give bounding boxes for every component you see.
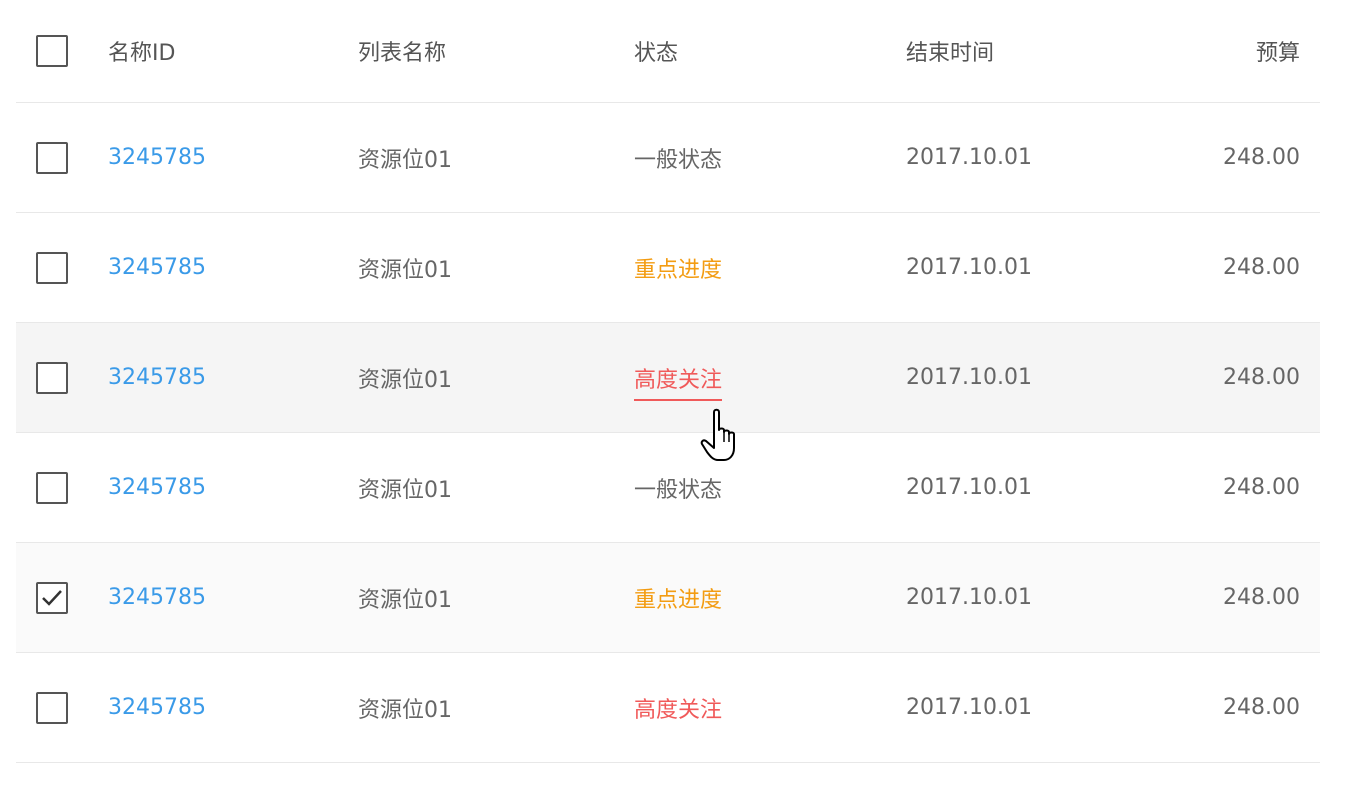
table-row[interactable]: 3245785 资源位01 一般状态 2017.10.01 248.00 xyxy=(16,433,1320,543)
row-id-link[interactable]: 3245785 xyxy=(108,365,206,390)
row-budget: 248.00 xyxy=(1223,475,1300,500)
row-end-time: 2017.10.01 xyxy=(906,475,1032,500)
row-end-time: 2017.10.01 xyxy=(906,585,1032,610)
row-end-time: 2017.10.01 xyxy=(906,255,1032,280)
row-list-name: 资源位01 xyxy=(358,367,452,393)
header-budget[interactable]: 预算 xyxy=(1256,35,1300,67)
header-status[interactable]: 状态 xyxy=(634,35,678,67)
row-status[interactable]: 高度关注 xyxy=(634,692,722,724)
row-budget: 248.00 xyxy=(1223,585,1300,610)
table-row[interactable]: 3245785 资源位01 一般状态 2017.10.01 248.00 xyxy=(16,103,1320,213)
row-list-name: 资源位01 xyxy=(358,257,452,283)
header-end-time[interactable]: 结束时间 xyxy=(906,35,994,67)
row-checkbox[interactable] xyxy=(36,581,68,614)
row-status-text[interactable]: 高度关注 xyxy=(634,367,723,401)
checkmark-icon xyxy=(42,589,62,606)
row-status[interactable]: 重点进度 xyxy=(634,252,722,284)
row-id-link[interactable]: 3245785 xyxy=(108,585,206,610)
row-end-time: 2017.10.01 xyxy=(906,695,1032,720)
row-checkbox[interactable] xyxy=(36,141,68,174)
row-checkbox[interactable] xyxy=(36,691,68,724)
table-row-hovered[interactable]: 3245785 资源位01 高度关注 2017.10.01 248.00 xyxy=(16,323,1320,433)
row-budget: 248.00 xyxy=(1223,255,1300,280)
row-list-name: 资源位01 xyxy=(358,477,452,503)
row-status[interactable]: 一般状态 xyxy=(634,142,722,174)
row-checkbox[interactable] xyxy=(36,471,68,504)
header-id[interactable]: 名称ID xyxy=(108,35,175,67)
row-status[interactable]: 重点进度 xyxy=(634,582,722,614)
row-id-link[interactable]: 3245785 xyxy=(108,695,206,720)
table-row[interactable]: 3245785 资源位01 重点进度 2017.10.01 248.00 xyxy=(16,213,1320,323)
row-id-link[interactable]: 3245785 xyxy=(108,255,206,280)
select-all-checkbox[interactable] xyxy=(36,35,68,67)
row-budget: 248.00 xyxy=(1223,145,1300,170)
table-row[interactable]: 3245785 资源位01 高度关注 2017.10.01 248.00 xyxy=(16,653,1320,763)
row-end-time: 2017.10.01 xyxy=(906,145,1032,170)
row-status[interactable]: 一般状态 xyxy=(634,472,722,504)
row-budget: 248.00 xyxy=(1223,695,1300,720)
row-checkbox[interactable] xyxy=(36,361,68,394)
header-list-name[interactable]: 列表名称 xyxy=(358,35,446,67)
data-table: 名称ID 列表名称 状态 结束时间 预算 3245785 资源位01 一般状态 … xyxy=(16,0,1320,763)
row-id-link[interactable]: 3245785 xyxy=(108,145,206,170)
row-list-name: 资源位01 xyxy=(358,147,452,173)
row-checkbox[interactable] xyxy=(36,251,68,284)
row-budget: 248.00 xyxy=(1223,365,1300,390)
row-status-link[interactable]: 高度关注 xyxy=(634,362,723,401)
row-list-name: 资源位01 xyxy=(358,587,452,613)
row-id-link[interactable]: 3245785 xyxy=(108,475,206,500)
row-end-time: 2017.10.01 xyxy=(906,365,1032,390)
table-row-selected[interactable]: 3245785 资源位01 重点进度 2017.10.01 248.00 xyxy=(16,543,1320,653)
table-header: 名称ID 列表名称 状态 结束时间 预算 xyxy=(16,0,1320,103)
row-list-name: 资源位01 xyxy=(358,697,452,723)
